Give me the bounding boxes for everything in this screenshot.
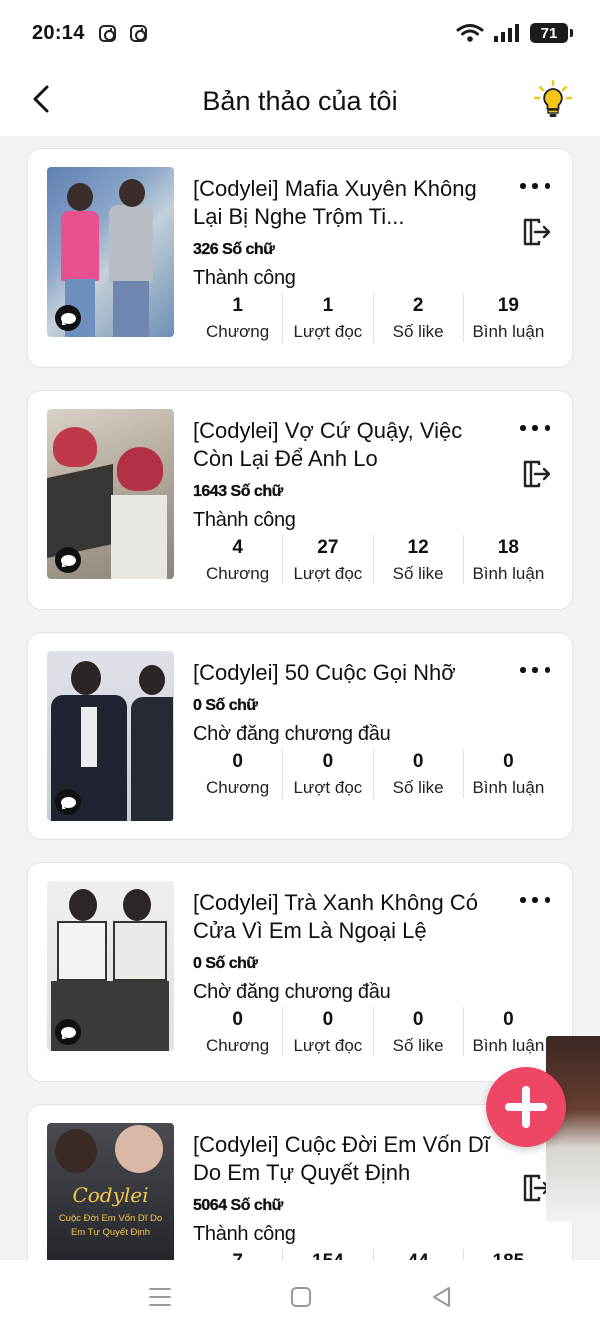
stat-reads: 154Lượt đọc <box>283 1249 374 1260</box>
wifi-icon <box>456 24 484 42</box>
battery-indicator: 71 <box>530 23 573 43</box>
stat-reads: 27 Lượt đọc <box>283 535 374 584</box>
stat-reads: 0 Lượt đọc <box>283 749 374 798</box>
instagram-icon <box>98 24 116 42</box>
comment-bubble-icon <box>55 305 81 331</box>
back-triangle-icon[interactable] <box>430 1285 452 1309</box>
story-card[interactable]: [Codylei] Mafia Xuyên Không Lại Bị Nghe … <box>27 148 573 368</box>
story-stats: 7Chương 154Lượt đọc 44Số like 185Bình lu… <box>193 1249 553 1260</box>
stat-likes: 44Số like <box>374 1249 464 1260</box>
publish-status: Thành công <box>193 267 296 289</box>
stat-comments: 185Bình luận <box>464 1249 553 1260</box>
stat-comments: 18 Bình luận <box>472 537 545 583</box>
story-title[interactable]: [Codylei] Cuộc Đời Em Vốn Dĩ Do Em Tự Qu… <box>193 1131 503 1187</box>
stat-chapters: 1 Chương <box>193 293 284 342</box>
stat-likes: 0 Số like <box>374 749 464 798</box>
stat-chapters: 0 Chương <box>193 1007 284 1056</box>
story-card[interactable]: [Codylei] Vợ Cứ Quậy, Việc Còn Lại Để An… <box>27 390 573 610</box>
publish-status: Chờ đăng chương đầu <box>193 981 391 1003</box>
stat-chapters: 4 Chương <box>193 535 284 584</box>
story-title[interactable]: [Codylei] 50 Cuộc Gọi Nhỡ <box>193 659 503 687</box>
story-stats: 1 Chương 1 Lượt đọc 2 Số like 19 Bình luận <box>193 293 553 342</box>
stat-comments: 0 Bình luận <box>472 1009 545 1055</box>
story-cover[interactable] <box>47 409 174 579</box>
signal-icon <box>494 24 519 42</box>
instagram-icon <box>129 24 147 42</box>
story-title[interactable]: [Codylei] Trà Xanh Không Có Cửa Vì Em Là… <box>193 889 503 945</box>
stat-reads: 0 Lượt đọc <box>283 1007 374 1056</box>
chevron-left-icon <box>33 85 49 113</box>
cover-title-line: Em Tự Quyết Định <box>70 1227 151 1238</box>
status-bar: 20:14 71 <box>0 0 600 66</box>
story-card[interactable]: [Codylei] 50 Cuộc Gọi Nhỡ 0 Số chữ Chờ đ… <box>27 632 573 840</box>
story-cover[interactable] <box>47 651 174 821</box>
stat-likes: 2 Số like <box>374 293 464 342</box>
story-card[interactable]: [Codylei] Trà Xanh Không Có Cửa Vì Em Là… <box>27 862 573 1082</box>
add-story-button[interactable] <box>486 1067 566 1147</box>
publish-status: Chờ đăng chương đầu <box>193 723 391 745</box>
system-nav-bar <box>0 1260 600 1333</box>
comment-bubble-icon <box>55 547 81 573</box>
stat-chapters: 0 Chương <box>193 749 284 798</box>
word-count: 5064 Số chữ <box>193 1197 283 1214</box>
status-time: 20:14 <box>32 21 85 44</box>
publish-status: Thành công <box>193 1223 296 1245</box>
word-count: 0 Số chữ <box>193 697 258 714</box>
story-title[interactable]: [Codylei] Vợ Cứ Quậy, Việc Còn Lại Để An… <box>193 417 503 473</box>
more-options-button[interactable] <box>520 179 550 193</box>
more-options-button[interactable] <box>520 421 550 435</box>
cover-brand-text: Codylei <box>72 1183 149 1207</box>
battery-level: 71 <box>540 24 558 42</box>
comment-bubble-icon <box>55 789 81 815</box>
story-cover[interactable]: Codylei Cuộc Đời Em Vốn Dĩ Do Em Tự Quyế… <box>47 1123 174 1260</box>
stat-comments: 0 Bình luận <box>472 751 545 797</box>
back-button[interactable] <box>24 82 58 116</box>
stat-likes: 12 Số like <box>374 535 464 584</box>
page-title: Bản thảo của tôi <box>202 85 398 116</box>
story-stats: 4 Chương 27 Lượt đọc 12 Số like 18 Bình luận <box>193 535 553 584</box>
cover-title-line: Cuộc Đời Em Vốn Dĩ Do <box>58 1213 163 1224</box>
more-options-button[interactable] <box>520 663 550 677</box>
story-title[interactable]: [Codylei] Mafia Xuyên Không Lại Bị Nghe … <box>193 175 503 231</box>
more-options-button[interactable] <box>520 893 550 907</box>
story-cover[interactable] <box>47 167 174 337</box>
comment-bubble-icon <box>55 1019 81 1045</box>
story-stats: 0 Chương 0 Lượt đọc 0 Số like 0 Bình luận <box>193 749 553 798</box>
word-count: 326 Số chữ <box>193 241 275 258</box>
publish-status: Thành công <box>193 509 296 531</box>
plus-icon <box>505 1086 547 1128</box>
exit-icon[interactable] <box>520 216 552 248</box>
menu-icon[interactable] <box>148 1285 172 1309</box>
lightbulb-icon[interactable] <box>532 79 574 121</box>
exit-icon[interactable] <box>520 458 552 490</box>
word-count: 1643 Số chữ <box>193 483 283 500</box>
stat-likes: 0 Số like <box>374 1007 464 1056</box>
story-stats: 0 Chương 0 Lượt đọc 0 Số like 0 Bình luận <box>193 1007 553 1056</box>
stat-reads: 1 Lượt đọc <box>283 293 374 342</box>
word-count: 0 Số chữ <box>193 955 258 972</box>
home-square-icon[interactable] <box>290 1286 312 1308</box>
story-cover[interactable] <box>47 881 174 1051</box>
app-header: Bản thảo của tôi <box>0 66 600 136</box>
stat-chapters: 7Chương <box>193 1249 284 1260</box>
stat-comments: 19 Bình luận <box>472 295 545 341</box>
